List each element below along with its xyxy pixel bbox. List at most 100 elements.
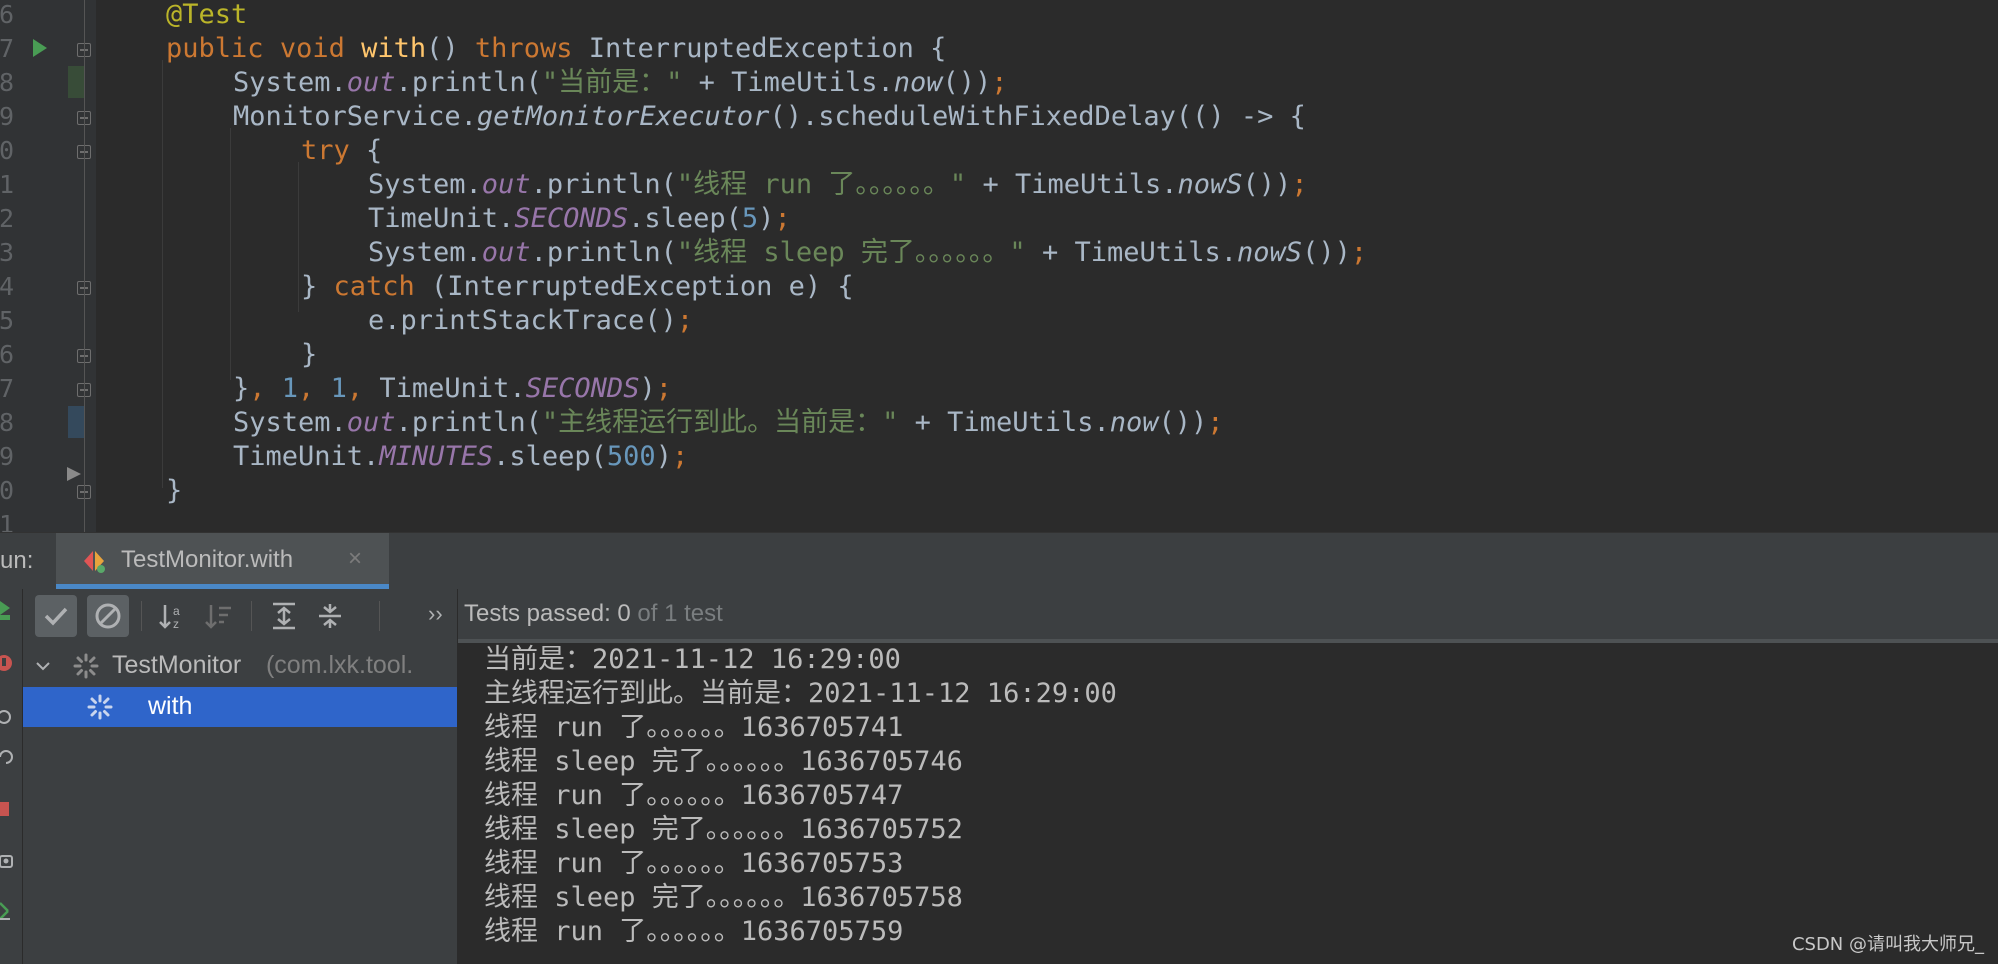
field-token: out	[346, 407, 396, 438]
line-number: 3	[0, 238, 14, 267]
static-method-token: now	[1109, 407, 1159, 438]
code-line[interactable]: }, 1, 1, TimeUnit.SECONDS);	[233, 372, 672, 406]
show-passed-toggle[interactable]	[35, 595, 77, 637]
collapse-all-button[interactable]	[309, 595, 351, 637]
code-token: }	[233, 373, 250, 404]
console-line: 线程 sleep 完了。。。。。。1636705752	[484, 814, 963, 845]
line-number: 2	[0, 204, 14, 233]
run-label: un:	[0, 547, 34, 574]
code-token: ())	[942, 67, 992, 98]
code-token: TimeUnit.	[233, 441, 380, 472]
code-line[interactable]: System.out.println("线程 sleep 完了。。。。。。" +…	[368, 236, 1367, 270]
line-number: 8	[0, 68, 14, 97]
change-marker[interactable]	[68, 66, 84, 98]
code-line[interactable]: System.out.println("当前是：" + TimeUtils.no…	[233, 66, 1008, 100]
console-line: 线程 run 了。。。。。。1636705747	[484, 780, 904, 811]
show-ignored-toggle[interactable]	[87, 595, 129, 637]
rerun-failed-icon[interactable]	[0, 653, 16, 673]
change-marker[interactable]	[68, 406, 84, 438]
toolbar-separator	[141, 601, 142, 631]
rerun-icon[interactable]	[0, 601, 16, 621]
stop-icon[interactable]	[0, 799, 16, 819]
line-number: 1	[0, 510, 14, 532]
expand-all-button[interactable]	[263, 595, 305, 637]
refresh-icon[interactable]	[0, 747, 16, 767]
expand-toolbar-icon[interactable]: ››	[428, 601, 443, 627]
static-method-token: nowS	[1177, 169, 1243, 200]
code-line[interactable]: System.out.println("线程 run 了。。。。。。" + Ti…	[368, 168, 1308, 202]
tests-passed-status: Tests passed: 0 of 1 test	[464, 600, 723, 628]
line-number: 6	[0, 0, 14, 29]
string-token: "主线程运行到此。当前是："	[541, 407, 899, 438]
code-token: .println(	[530, 169, 677, 200]
close-tab-icon[interactable]: ×	[348, 545, 362, 573]
code-token: .println(	[530, 237, 677, 268]
semicolon-token: ;	[991, 67, 1008, 98]
code-line[interactable]: e.printStackTrace();	[368, 304, 693, 338]
code-token: + TimeUtils.	[682, 67, 894, 98]
code-token: {	[349, 135, 383, 166]
run-tab-title: TestMonitor.with	[121, 546, 294, 573]
run-tab-testmonitor-with[interactable]: TestMonitor.with ×	[56, 533, 389, 589]
string-token: "线程 run 了。。。。。。"	[676, 169, 967, 200]
run-side-toolbar	[0, 589, 23, 964]
number-token: 5	[741, 203, 759, 234]
code-token: ().scheduleWithFixedDelay(() -> {	[769, 101, 1306, 132]
console-line: 线程 sleep 完了。。。。。。1636705758	[484, 882, 963, 913]
string-token: "线程 sleep 完了。。。。。。"	[676, 237, 1026, 268]
console-line: 主线程运行到此。当前是：2021-11-12 16:29:00	[484, 678, 1117, 709]
semicolon-token: ;	[774, 203, 791, 234]
console-output[interactable]: 当前是：2021-11-12 16:29:00 主线程运行到此。当前是：2021…	[458, 643, 1998, 964]
code-token: }	[301, 271, 334, 302]
test-toolbar: a z	[23, 589, 457, 643]
code-token: )	[655, 441, 672, 472]
tree-node-with[interactable]: with	[23, 687, 457, 727]
sort-by-duration-button[interactable]	[199, 595, 241, 637]
code-line[interactable]: System.out.println("主线程运行到此。当前是：" + Time…	[233, 406, 1224, 440]
watermark: CSDN @请叫我大师兄_	[1791, 934, 1984, 955]
code-token: TimeUnit.	[368, 203, 515, 234]
tree-node-testmonitor[interactable]: TestMonitor (com.lxk.tool.	[23, 646, 457, 686]
code-token: }	[301, 339, 318, 370]
sort-alphabetically-button[interactable]: a z	[153, 595, 195, 637]
run-tool-window-header: un: TestMonitor.with ×	[0, 532, 1998, 589]
keyword-token: try	[301, 135, 350, 166]
code-line[interactable]: TimeUnit.SECONDS.sleep(5);	[368, 202, 791, 236]
code-token: }	[166, 475, 183, 506]
tree-node-label: with	[148, 692, 193, 720]
static-method-token: now	[893, 67, 943, 98]
code-token: )	[639, 373, 656, 404]
code-token: .sleep(	[628, 203, 742, 234]
code-line[interactable]: }	[166, 474, 182, 508]
code-token: MonitorService.	[233, 101, 477, 132]
camera-snapshot-icon[interactable]	[0, 851, 16, 871]
code-token: + TimeUtils.	[1025, 237, 1238, 268]
chevron-down-icon[interactable]	[35, 658, 51, 674]
tree-node-label: TestMonitor	[112, 651, 242, 679]
check-icon	[44, 607, 68, 626]
junit-run-config-icon	[84, 551, 105, 573]
code-line[interactable]: } catch (InterruptedException e) {	[301, 270, 854, 304]
run-test-icon[interactable]	[32, 38, 48, 58]
code-editor[interactable]: 6 7 8 9 0 1 2 3 4 5 6 7 8 9 0 1 @Test pu…	[0, 0, 1998, 532]
toolbar-separator	[251, 601, 252, 631]
comma-token: ,	[346, 373, 380, 404]
code-line[interactable]: @Test	[166, 0, 247, 32]
code-line[interactable]: }	[301, 338, 317, 372]
semicolon-token: ;	[676, 305, 694, 336]
code-token: ())	[1158, 407, 1208, 438]
keyword-token: void	[279, 33, 345, 64]
constant-token: SECONDS	[525, 373, 640, 404]
code-line[interactable]: TimeUnit.MINUTES.sleep(500);	[233, 440, 688, 474]
code-token: ()	[426, 33, 459, 64]
code-token: (InterruptedException e) {	[414, 271, 854, 302]
toggle-auto-test-icon[interactable]	[0, 707, 16, 727]
code-line[interactable]: public void with() throws InterruptedExc…	[166, 32, 946, 66]
code-line[interactable]: MonitorService.getMonitorExecutor().sche…	[233, 100, 1306, 134]
semicolon-token: ;	[655, 373, 672, 404]
code-line[interactable]: try {	[301, 134, 382, 168]
line-number: 5	[0, 306, 14, 335]
line-number: 8	[0, 408, 14, 437]
constant-token: MINUTES	[379, 441, 494, 472]
exit-icon[interactable]	[0, 901, 16, 921]
